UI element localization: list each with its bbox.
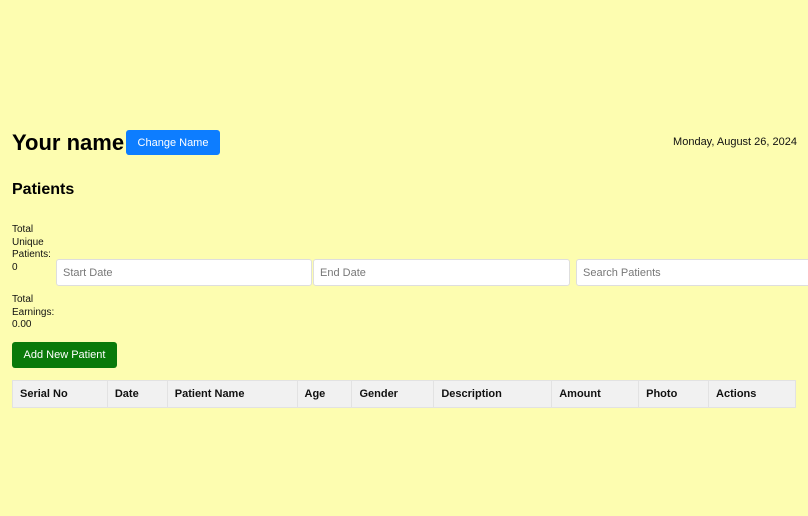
total-unique-patients-value: 0	[12, 261, 18, 273]
search-patients-input[interactable]	[576, 259, 808, 286]
total-unique-patients-label: Total Unique Patients:	[12, 224, 51, 260]
column-header-date: Date	[106, 380, 168, 408]
total-earnings-label: Total Earnings:	[12, 294, 55, 318]
patients-page: Your name Change Name Monday, August 26,…	[0, 0, 808, 516]
page-header: Your name Change Name Monday, August 26,…	[12, 129, 797, 157]
column-header-amount: Amount	[551, 380, 640, 408]
end-date-input[interactable]	[313, 259, 570, 286]
column-header-photo: Photo	[638, 380, 710, 408]
column-header-age: Age	[296, 380, 353, 408]
patients-table: Serial No Date Patient Name Age Gender D…	[12, 380, 796, 408]
total-earnings-value: 0.00	[12, 319, 32, 330]
column-header-patient-name: Patient Name	[166, 380, 298, 408]
table-header-row: Serial No Date Patient Name Age Gender D…	[12, 380, 796, 408]
column-header-actions: Actions	[708, 380, 796, 408]
column-header-description: Description	[433, 380, 553, 408]
total-unique-patients-stat: Total Unique Patients: 0	[12, 224, 58, 274]
user-name-heading: Your name	[12, 130, 125, 155]
add-new-patient-button[interactable]: Add New Patient	[12, 342, 117, 368]
start-date-input[interactable]	[56, 259, 312, 286]
column-header-serial-no: Serial No	[12, 380, 108, 408]
current-date: Monday, August 26, 2024	[673, 136, 797, 148]
change-name-button[interactable]: Change Name	[126, 130, 220, 155]
total-earnings-stat: Total Earnings: 0.00	[12, 294, 58, 332]
column-header-gender: Gender	[351, 380, 435, 408]
patients-section-title: Patients	[12, 181, 75, 198]
